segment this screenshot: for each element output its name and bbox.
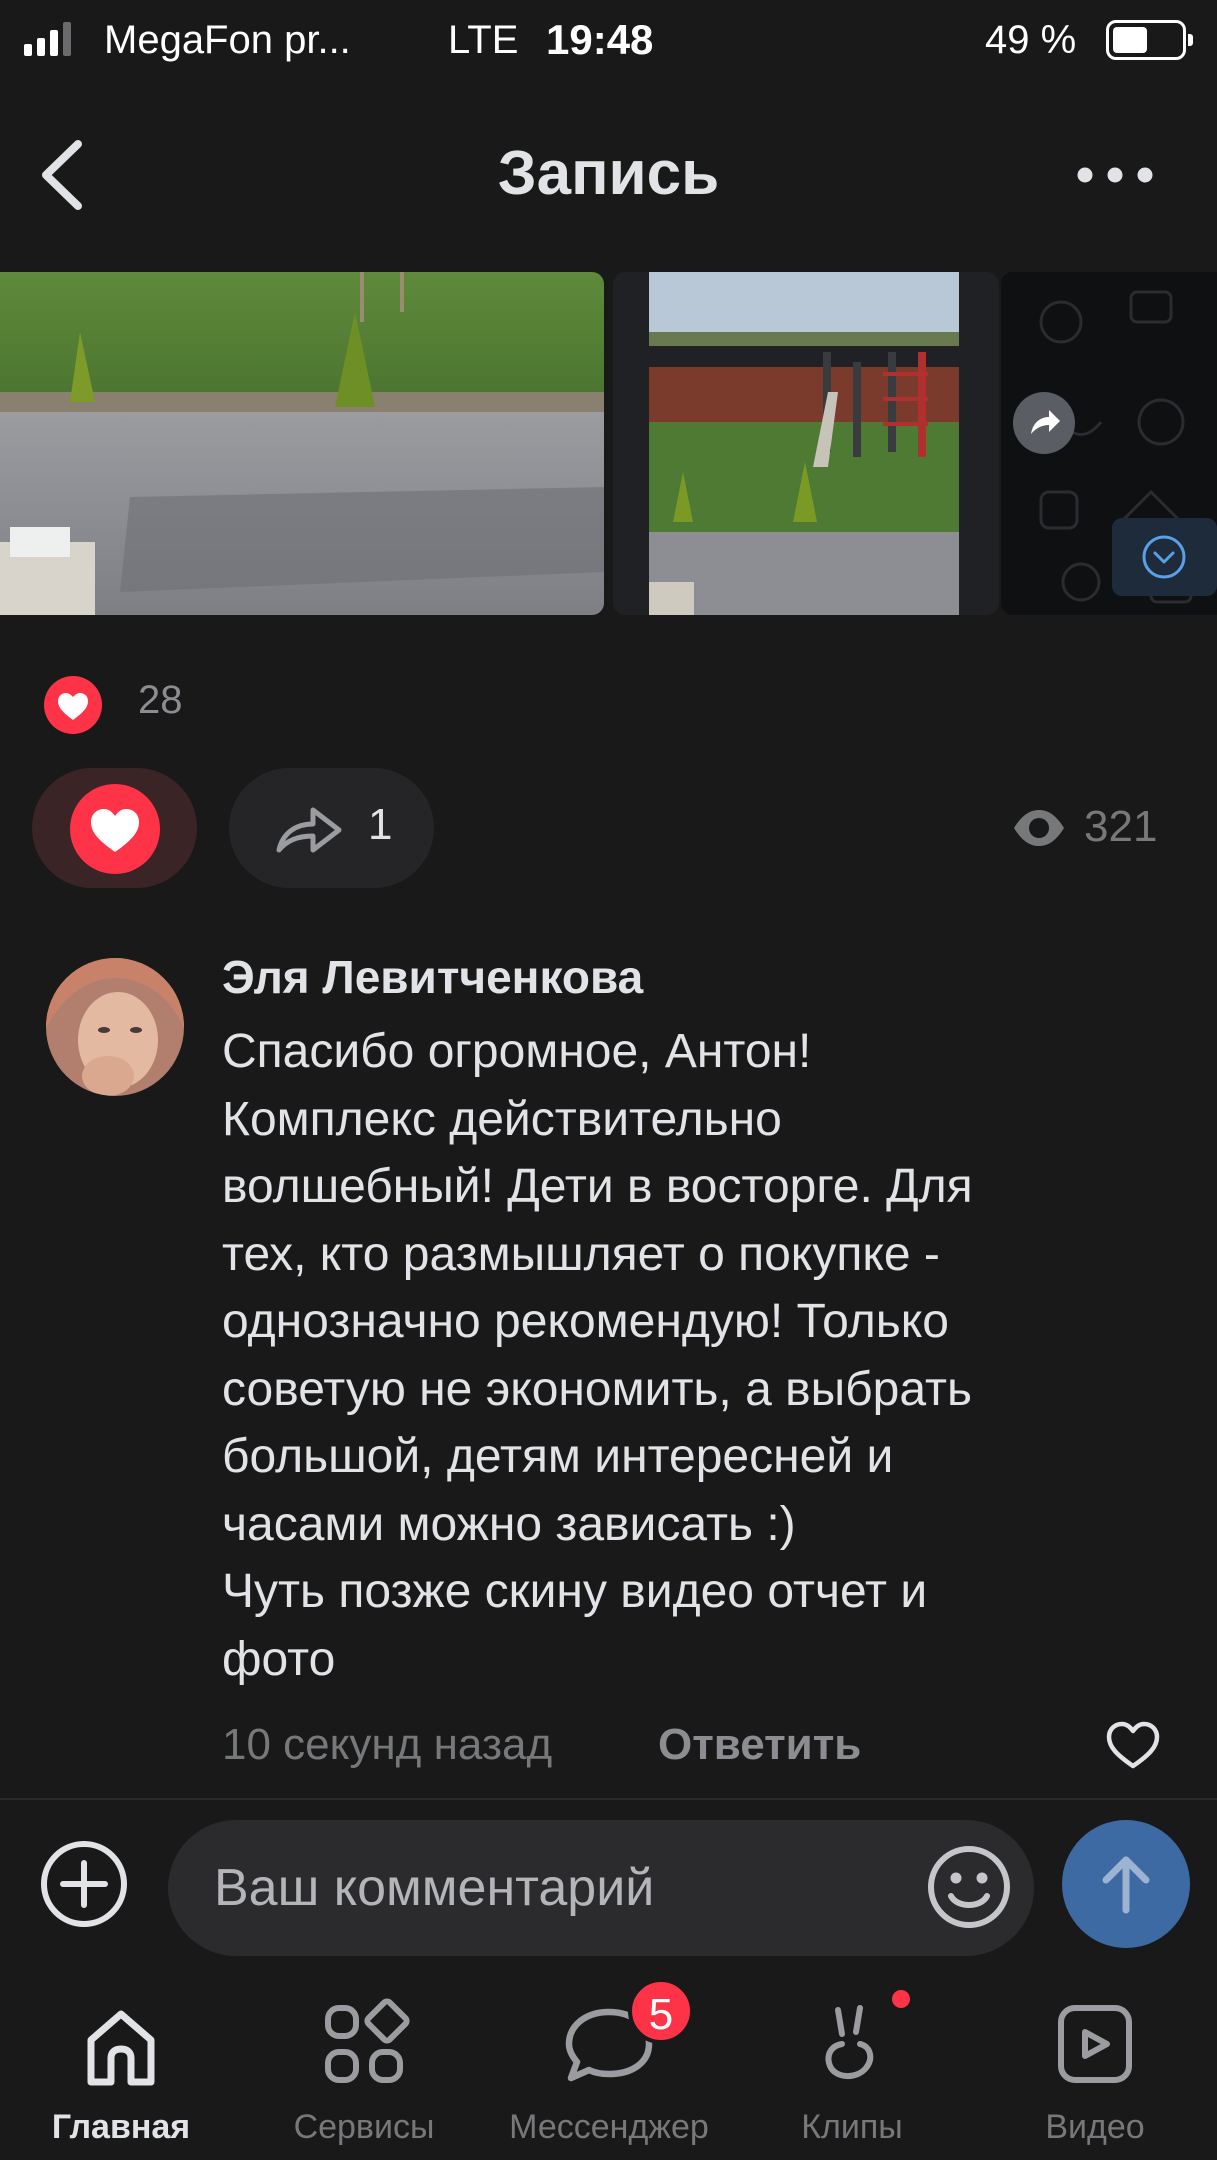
comment-line: Комплекс действительно (222, 1092, 782, 1146)
comment-line: волшебный! Дети в восторге. Для (222, 1160, 973, 1213)
comment-input[interactable] (168, 1820, 1034, 1956)
comment-timestamp: 10 секунд назад (222, 1720, 553, 1769)
tab-services[interactable]: Сервисы (264, 1980, 464, 2160)
signal-icon (24, 22, 71, 56)
media-carousel[interactable] (0, 272, 1217, 617)
home-icon (87, 2010, 155, 2086)
status-time: 19:48 (546, 16, 654, 63)
comment-line: советую не экономить, а выбрать (222, 1362, 972, 1416)
tab-clips[interactable]: Клипы (752, 1980, 952, 2160)
views-icon (1010, 806, 1068, 855)
shares-count: 1 (368, 800, 393, 849)
chevron-down-circle-icon (1142, 535, 1186, 579)
share-button[interactable] (229, 768, 434, 888)
comment-line: Чуть позже скину видео отчет и (222, 1565, 928, 1618)
comment-line: часами можно зависать :) (222, 1497, 796, 1551)
battery-icon (1106, 20, 1193, 60)
more-horizontal-icon (1077, 167, 1153, 183)
services-icon (325, 1998, 410, 2083)
comment-line: Спасибо огромное, Антон! (222, 1025, 812, 1078)
share-arrow-icon (1031, 410, 1060, 434)
add-attachment-button[interactable] (38, 1838, 130, 1930)
tab-label: Клипы (801, 2108, 903, 2146)
tab-home[interactable]: Главная (21, 1980, 221, 2160)
likes-summary-icon (44, 676, 102, 734)
clips-icon (825, 2005, 874, 2079)
arrow-up-icon (1102, 1856, 1150, 1914)
page-title: Запись (497, 139, 720, 208)
tab-bar: Главная Сервисы 5 Мессенджер Клипы Видео (0, 1978, 1217, 2160)
clips-notification-dot (892, 1990, 910, 2008)
likes-count[interactable]: 28 (138, 678, 183, 723)
tab-messenger[interactable]: 5 Мессенджер (509, 1978, 709, 2160)
share-overlay-button[interactable] (1013, 392, 1075, 454)
plus-circle-icon (41, 1841, 127, 1927)
carrier-name: MegaFon pr... (104, 18, 351, 62)
tab-video[interactable]: Видео (995, 1980, 1195, 2160)
comment-like-button[interactable] (1104, 1718, 1162, 1772)
comment-author[interactable]: Эля Левитченкова (222, 950, 643, 1004)
avatar[interactable] (46, 958, 184, 1096)
more-button[interactable] (1070, 150, 1160, 200)
reply-button[interactable]: Ответить (658, 1720, 861, 1770)
tab-label: Главная (51, 2108, 191, 2146)
heart-icon (91, 809, 139, 852)
tab-label: Видео (1045, 2108, 1145, 2146)
comment-line: однозначно рекомендую! Только (222, 1295, 949, 1348)
post-photo-2[interactable] (613, 272, 999, 615)
comment-line: тех, кто размышляет о покупке - (222, 1227, 940, 1281)
messenger-badge: 5 (628, 1978, 694, 2044)
smile-icon (928, 1846, 1010, 1928)
battery-percent: 49 % (985, 18, 1077, 62)
tab-label: Сервисы (293, 2108, 435, 2146)
views-count: 321 (1084, 802, 1158, 851)
share-icon (276, 807, 342, 853)
comment-line: фото (222, 1632, 336, 1686)
comment-line: большой, детям интересней и (222, 1430, 894, 1483)
like-button[interactable] (32, 768, 197, 888)
emoji-button[interactable] (924, 1842, 1014, 1932)
divider (0, 1798, 1217, 1800)
scroll-down-button[interactable] (1112, 518, 1217, 596)
heart-icon (58, 693, 88, 720)
heart-outline-icon (1106, 1721, 1160, 1769)
send-button[interactable] (1062, 1820, 1190, 1948)
post-photo-1[interactable] (0, 272, 604, 615)
network-type: LTE (448, 18, 519, 62)
status-bar: MegaFon pr... LTE 19:48 49 % (0, 0, 1217, 80)
tab-label: Мессенджер (509, 2108, 709, 2146)
video-icon (1058, 2005, 1132, 2083)
comment-text: Спасибо огромное, Антон! Комплекс действ… (222, 1018, 1122, 1693)
